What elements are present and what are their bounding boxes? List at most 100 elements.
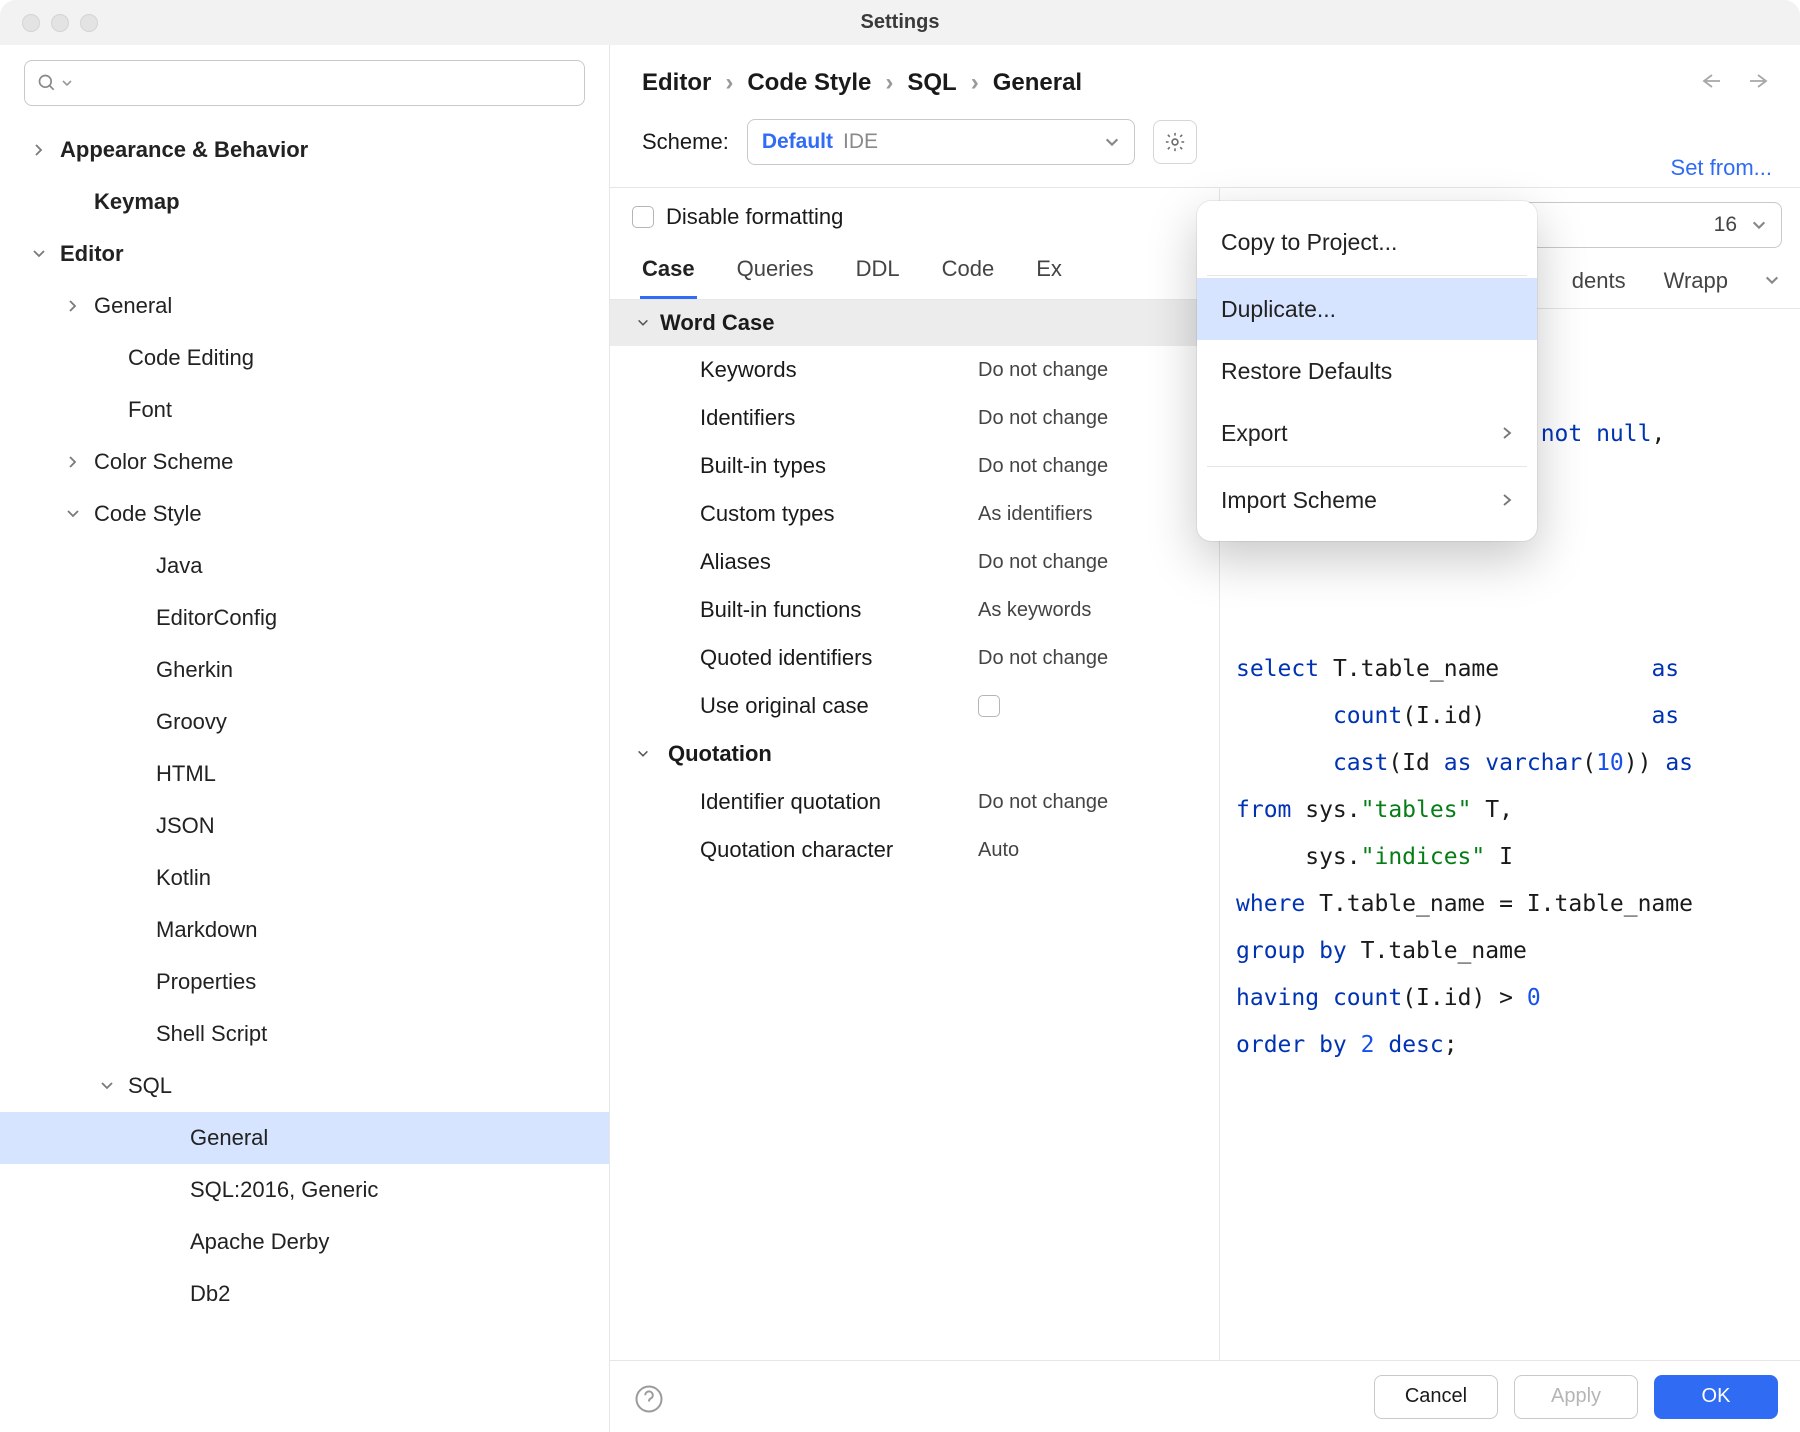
scheme-actions-button[interactable] [1153, 120, 1197, 164]
option-value: Do not change [978, 551, 1108, 574]
option-label: Quoted identifiers [700, 645, 978, 671]
sidebar-item-db2[interactable]: Db2 [0, 1268, 609, 1320]
option-tabs: Case Queries DDL Code Ex [610, 234, 1219, 300]
disable-formatting-checkbox[interactable] [632, 206, 654, 228]
sidebar-item-general[interactable]: General [0, 280, 609, 332]
option-row[interactable]: Use original case [610, 682, 1219, 730]
sidebar-item-color-scheme[interactable]: Color Scheme [0, 436, 609, 488]
option-value: Do not change [978, 359, 1108, 382]
chevron-down-icon [61, 77, 73, 89]
breadcrumb-item[interactable]: SQL [907, 69, 956, 97]
menu-item-label: Duplicate... [1221, 296, 1336, 323]
menu-item-export[interactable]: Export [1197, 402, 1537, 464]
breadcrumb-sep: › [725, 69, 733, 97]
chevron-right-icon [1501, 426, 1513, 440]
sidebar-item-label: General [94, 293, 172, 319]
sidebar-item-properties[interactable]: Properties [0, 956, 609, 1008]
sidebar-item-editorconfig[interactable]: EditorConfig [0, 592, 609, 644]
sidebar-item-sql[interactable]: SQL [0, 1060, 609, 1112]
option-label: Quotation character [700, 837, 978, 863]
settings-tree[interactable]: Appearance & Behavior Keymap Editor General… [0, 118, 609, 1432]
apply-button[interactable]: Apply [1514, 1375, 1638, 1419]
disable-formatting-row[interactable]: Disable formatting [610, 188, 1219, 234]
section-title: Quotation [668, 741, 772, 767]
cancel-button[interactable]: Cancel [1374, 1375, 1498, 1419]
option-row[interactable]: Identifier quotationDo not change [610, 778, 1219, 826]
sidebar-item-apache-derby[interactable]: Apache Derby [0, 1216, 609, 1268]
sidebar-item-markdown[interactable]: Markdown [0, 904, 609, 956]
option-row[interactable]: AliasesDo not change [610, 538, 1219, 586]
sidebar-item-label: Groovy [156, 709, 227, 735]
sidebar-item-groovy[interactable]: Groovy [0, 696, 609, 748]
option-value: Do not change [978, 791, 1108, 814]
sidebar-item-editor[interactable]: Editor [0, 228, 609, 280]
sidebar-item-label: Appearance & Behavior [60, 137, 308, 163]
breadcrumb-sep: › [885, 69, 893, 97]
sidebar-item-sql-2016-generic[interactable]: SQL:2016, Generic [0, 1164, 609, 1216]
sidebar-item-shell-script[interactable]: Shell Script [0, 1008, 609, 1060]
tab-ex[interactable]: Ex [1034, 246, 1064, 299]
breadcrumb-item[interactable]: Code Style [747, 69, 871, 97]
menu-item-duplicate[interactable]: Duplicate... [1197, 278, 1537, 340]
chevron-down-icon [636, 316, 650, 330]
scheme-label: Scheme: [642, 129, 729, 155]
ok-button[interactable]: OK [1654, 1375, 1778, 1419]
sidebar-item-label: HTML [156, 761, 216, 787]
nav-forward-icon[interactable] [1748, 71, 1772, 91]
nav-back-icon[interactable] [1698, 71, 1722, 91]
tab-case[interactable]: Case [640, 246, 697, 299]
help-button[interactable] [634, 1384, 664, 1414]
sidebar-item-json[interactable]: JSON [0, 800, 609, 852]
scheme-select[interactable]: Default IDE [747, 119, 1135, 165]
tab-code[interactable]: Code [940, 246, 997, 299]
sidebar-item-keymap[interactable]: Keymap [0, 176, 609, 228]
scheme-name: Default [762, 130, 833, 154]
option-label: Built-in functions [700, 597, 978, 623]
breadcrumb-item[interactable]: Editor [642, 69, 711, 97]
sidebar-item-label: Color Scheme [94, 449, 233, 475]
sidebar-item-kotlin[interactable]: Kotlin [0, 852, 609, 904]
sidebar-item-label: Keymap [94, 189, 180, 215]
section-header[interactable]: Word Case [610, 300, 1219, 346]
sidebar-item-appearance-behavior[interactable]: Appearance & Behavior [0, 124, 609, 176]
option-row[interactable]: Custom typesAs identifiers [610, 490, 1219, 538]
sidebar-item-code-style[interactable]: Code Style [0, 488, 609, 540]
sidebar-item-label: Apache Derby [190, 1229, 329, 1255]
menu-item-copy-to-project[interactable]: Copy to Project... [1197, 211, 1537, 273]
chevron-down-icon[interactable] [1764, 262, 1780, 308]
tab-ddl[interactable]: DDL [854, 246, 902, 299]
sidebar-item-gherkin[interactable]: Gherkin [0, 644, 609, 696]
preview-tab[interactable]: dents [1570, 262, 1628, 308]
option-label: Built-in types [700, 453, 978, 479]
sidebar-item-java[interactable]: Java [0, 540, 609, 592]
menu-item-restore-defaults[interactable]: Restore Defaults [1197, 340, 1537, 402]
tab-queries[interactable]: Queries [735, 246, 816, 299]
option-row[interactable]: KeywordsDo not change [610, 346, 1219, 394]
option-value: Do not change [978, 647, 1108, 670]
breadcrumb-sep: › [971, 69, 979, 97]
option-row[interactable]: Quoted identifiersDo not change [610, 634, 1219, 682]
sidebar-item-label: Markdown [156, 917, 257, 943]
window-title: Settings [0, 11, 1800, 34]
breadcrumb-item[interactable]: General [993, 69, 1082, 97]
sidebar-item-code-editing[interactable]: Code Editing [0, 332, 609, 384]
option-label: Aliases [700, 549, 978, 575]
sidebar-item-html[interactable]: HTML [0, 748, 609, 800]
menu-separator [1207, 275, 1527, 276]
preview-tab[interactable]: Wrapp [1662, 262, 1730, 308]
sidebar-item-general[interactable]: General [0, 1112, 609, 1164]
section-header[interactable]: Quotation [610, 730, 1219, 778]
search-input[interactable] [24, 60, 585, 106]
option-row[interactable]: Built-in functionsAs keywords [610, 586, 1219, 634]
option-row[interactable]: Quotation characterAuto [610, 826, 1219, 874]
set-from-link[interactable]: Set from... [1671, 155, 1772, 181]
dialog-buttons: Cancel Apply OK [610, 1360, 1800, 1432]
option-checkbox[interactable] [978, 695, 1000, 717]
menu-item-import-scheme[interactable]: Import Scheme [1197, 469, 1537, 531]
option-row[interactable]: IdentifiersDo not change [610, 394, 1219, 442]
sidebar-item-font[interactable]: Font [0, 384, 609, 436]
chevron-down-icon [636, 747, 668, 761]
option-row[interactable]: Built-in typesDo not change [610, 442, 1219, 490]
menu-item-label: Export [1221, 420, 1287, 447]
scheme-row: Scheme: Default IDE [610, 97, 1800, 165]
